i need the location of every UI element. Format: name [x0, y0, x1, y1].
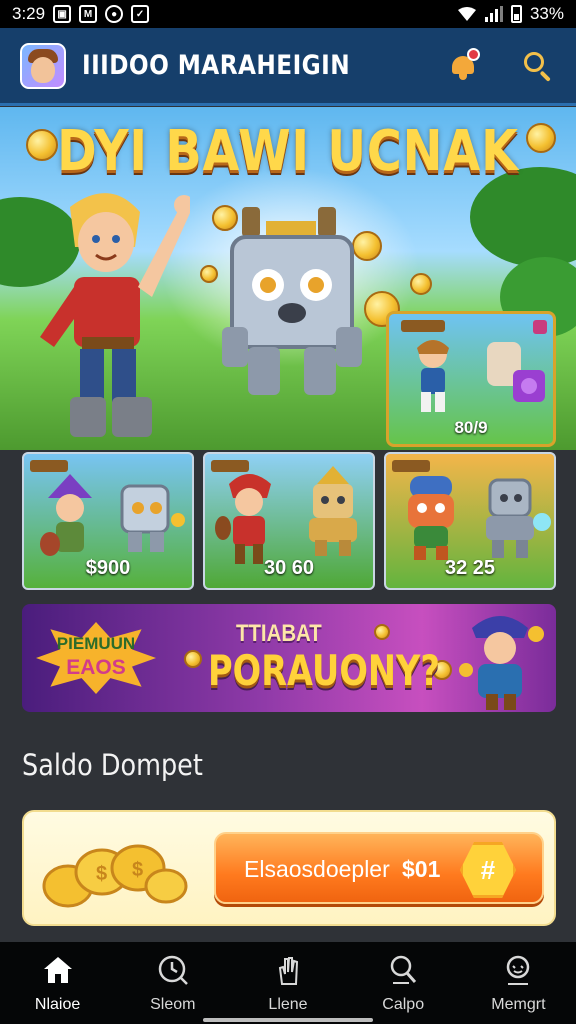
hero-banner[interactable]: DYI BAWI UCNAK 80/9 — [0, 107, 576, 450]
app-notification-icon: ✓ — [131, 5, 150, 23]
monster-character — [487, 342, 545, 402]
nav-label: Nlaioe — [34, 996, 81, 1013]
coin-icon — [410, 273, 432, 295]
battery-icon — [510, 5, 522, 23]
promo-character — [459, 616, 544, 710]
promo-badge-line2: EAOS — [66, 656, 126, 679]
featured-price: 80/9 — [454, 418, 488, 437]
notification-bell-icon[interactable] — [448, 48, 480, 82]
wallet-amount: $01 — [402, 856, 441, 882]
coin-icon — [184, 650, 202, 668]
nav-item-home[interactable]: Nlaioe — [0, 942, 115, 1024]
gallery-icon: M — [79, 5, 98, 23]
game-price: $900 — [85, 557, 131, 579]
nav-label: Sleom — [150, 996, 196, 1013]
svg-text:$: $ — [132, 859, 143, 881]
home-icon — [43, 957, 72, 983]
coin-icon — [374, 624, 390, 640]
profile-icon — [507, 955, 530, 985]
wifi-icon — [457, 7, 476, 21]
notification-icon: ▣ — [53, 5, 72, 23]
search-icon — [390, 955, 417, 984]
app-avatar[interactable] — [20, 42, 66, 89]
topup-button[interactable]: Elsaosdoepler $01 # — [214, 832, 544, 904]
promo-title: PORAUONY? — [208, 646, 440, 695]
topup-button-label: Elsaosdoepler — [244, 856, 390, 882]
battery-level: 33% — [529, 4, 564, 23]
hero-character — [40, 193, 190, 437]
topup-hex-icon[interactable]: # — [460, 842, 516, 898]
nav-label: Calpo — [382, 996, 425, 1013]
robot-character — [222, 207, 362, 395]
app-bar: IIIDOO MARAHEIGIN — [0, 28, 576, 106]
hand-icon — [278, 957, 299, 985]
coin-icon — [26, 129, 58, 161]
warrior-character — [215, 474, 271, 564]
creature-character — [408, 476, 454, 560]
wizard-character — [40, 474, 92, 556]
game-card[interactable]: 30 60 — [203, 452, 375, 590]
app-title: IIIDOO MARAHEIGIN — [82, 50, 351, 81]
steel-robot-character — [486, 478, 551, 558]
featured-game-card[interactable]: 80/9 — [386, 311, 556, 447]
status-time: 3:29 — [12, 4, 46, 23]
game-price: 30 60 — [263, 557, 315, 579]
promo-badge: PIEMUUN EAOS — [36, 622, 156, 694]
robot-character — [120, 484, 185, 552]
nav-item-profile[interactable]: Memgrt — [461, 942, 576, 1024]
game-card[interactable]: $900 — [22, 452, 194, 590]
game-card[interactable]: 32 25 — [384, 452, 556, 590]
promo-banner[interactable]: PIEMUUN EAOS TTIABAT PORAUONY? — [22, 604, 556, 712]
svg-text:$: $ — [96, 863, 107, 885]
nav-label: Llene — [268, 996, 308, 1013]
coin-stack-icon: $ $ — [42, 844, 188, 908]
nav-label: Memgrt — [491, 996, 546, 1013]
game-cards-row: $900 30 60 32 25 — [22, 452, 556, 590]
status-bar: 3:29 ▣ M ● ✓ 33% — [0, 0, 576, 28]
search-icon[interactable] — [522, 50, 554, 82]
promo-badge-line1: PIEMUUN — [56, 634, 136, 653]
location-icon: ● — [105, 5, 124, 23]
bottom-nav: Nlaioe Sleom Llene Calpo Memgrt — [0, 942, 576, 1024]
hero-title: DYI BAWI UCNAK — [57, 119, 519, 184]
signal-icon — [484, 6, 503, 22]
game-price: 32 25 — [444, 557, 496, 579]
nav-item-clock[interactable]: Sleom — [115, 942, 230, 1024]
home-indicator[interactable] — [203, 1018, 373, 1022]
promo-subtitle: TTIABAT — [236, 620, 322, 647]
coin-icon — [200, 265, 218, 283]
nav-item-hand[interactable]: Llene — [230, 942, 345, 1024]
nav-item-search[interactable]: Calpo — [346, 942, 461, 1024]
boy-character — [417, 340, 449, 412]
wallet-card: $ $ Elsaosdoepler $01 # — [22, 810, 556, 926]
coin-icon — [526, 123, 556, 153]
golden-knight-character — [309, 466, 357, 556]
clock-icon — [158, 955, 188, 985]
wallet-section-title: Saldo Dompet — [22, 748, 203, 782]
